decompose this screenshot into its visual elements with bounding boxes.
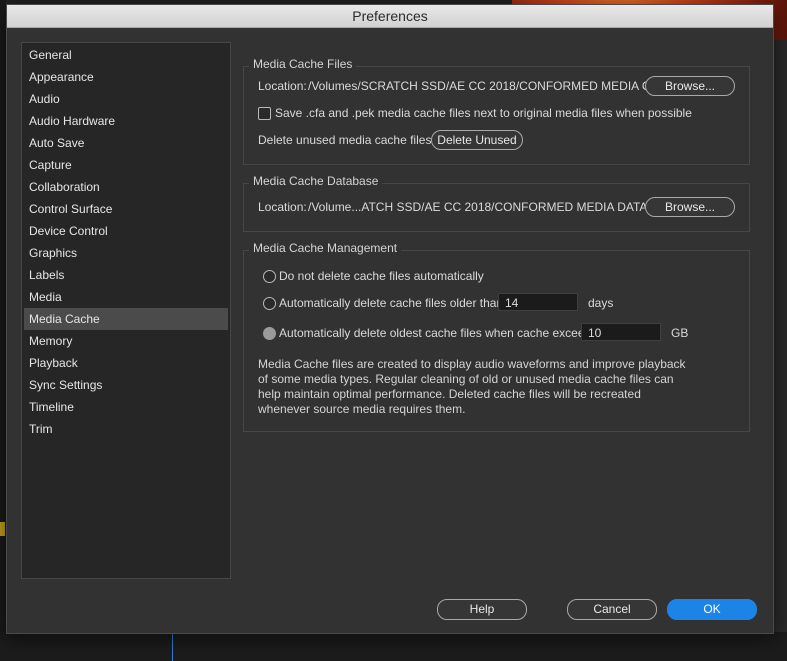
sidebar-item-general[interactable]: General [24,44,228,66]
radio-delete-older-than-label: Automatically delete cache files older t… [279,296,507,310]
background-timeline [0,632,787,661]
radio-no-auto-delete-label: Do not delete cache files automatically [279,269,484,283]
media-cache-files-title: Media Cache Files [249,57,357,71]
media-cache-management-title: Media Cache Management [249,241,402,255]
sidebar-item-audio[interactable]: Audio [24,88,228,110]
sidebar-item-auto-save[interactable]: Auto Save [24,132,228,154]
dialog-title: Preferences [7,5,773,28]
sidebar-item-capture[interactable]: Capture [24,154,228,176]
sidebar-item-collaboration[interactable]: Collaboration [24,176,228,198]
media-cache-files-group: Media Cache Files Location: /Volumes/SCR… [243,57,750,165]
sidebar-item-media[interactable]: Media [24,286,228,308]
database-location-label: Location: [258,200,307,214]
media-cache-database-group: Media Cache Database Location: /Volume..… [243,174,750,232]
background-marker-yellow [0,522,5,536]
sidebar-item-playback[interactable]: Playback [24,352,228,374]
older-than-days-input[interactable]: 14 [498,293,578,311]
sidebar-item-sync-settings[interactable]: Sync Settings [24,374,228,396]
radio-delete-older-than[interactable] [263,297,276,310]
sidebar-item-control-surface[interactable]: Control Surface [24,198,228,220]
sidebar-list: General Appearance Audio Audio Hardware … [22,43,230,440]
background-panel-right [772,40,787,661]
preferences-dialog: Preferences General Appearance Audio Aud… [6,4,774,634]
background-playhead [172,632,173,661]
sidebar-item-device-control[interactable]: Device Control [24,220,228,242]
sidebar-item-appearance[interactable]: Appearance [24,66,228,88]
sidebar-item-media-cache[interactable]: Media Cache [24,308,228,330]
cancel-button[interactable]: Cancel [567,599,657,620]
help-button[interactable]: Help [437,599,527,620]
save-cache-next-to-media-checkbox[interactable] [258,107,271,120]
cache-browse-button[interactable]: Browse... [645,76,735,96]
older-than-days-unit: days [588,296,614,310]
radio-delete-when-exceeds-label: Automatically delete oldest cache files … [279,326,601,340]
cache-location-path: /Volumes/SCRATCH SSD/AE CC 2018/CONFORME… [308,79,684,93]
database-browse-button[interactable]: Browse... [645,197,735,217]
ok-button[interactable]: OK [667,599,757,620]
sidebar-item-labels[interactable]: Labels [24,264,228,286]
radio-no-auto-delete[interactable] [263,270,276,283]
delete-unused-label: Delete unused media cache files [258,133,432,147]
media-cache-database-title: Media Cache Database [249,174,383,188]
sidebar-item-graphics[interactable]: Graphics [24,242,228,264]
exceeds-size-unit: GB [671,326,689,340]
media-cache-management-group: Media Cache Management Do not delete cac… [243,241,750,432]
media-cache-description: Media Cache files are created to display… [258,357,686,416]
database-location-path: /Volume...ATCH SSD/AE CC 2018/CONFORMED … [308,200,680,214]
exceeds-size-input[interactable]: 10 [581,323,661,341]
sidebar-item-audio-hardware[interactable]: Audio Hardware [24,110,228,132]
sidebar-item-timeline[interactable]: Timeline [24,396,228,418]
save-cache-next-to-media-label: Save .cfa and .pek media cache files nex… [275,106,692,120]
sidebar-item-memory[interactable]: Memory [24,330,228,352]
delete-unused-button[interactable]: Delete Unused [431,130,523,150]
cache-location-label: Location: [258,79,307,93]
preferences-sidebar: General Appearance Audio Audio Hardware … [21,42,231,579]
sidebar-item-trim[interactable]: Trim [24,418,228,440]
radio-delete-when-exceeds[interactable] [263,327,276,340]
